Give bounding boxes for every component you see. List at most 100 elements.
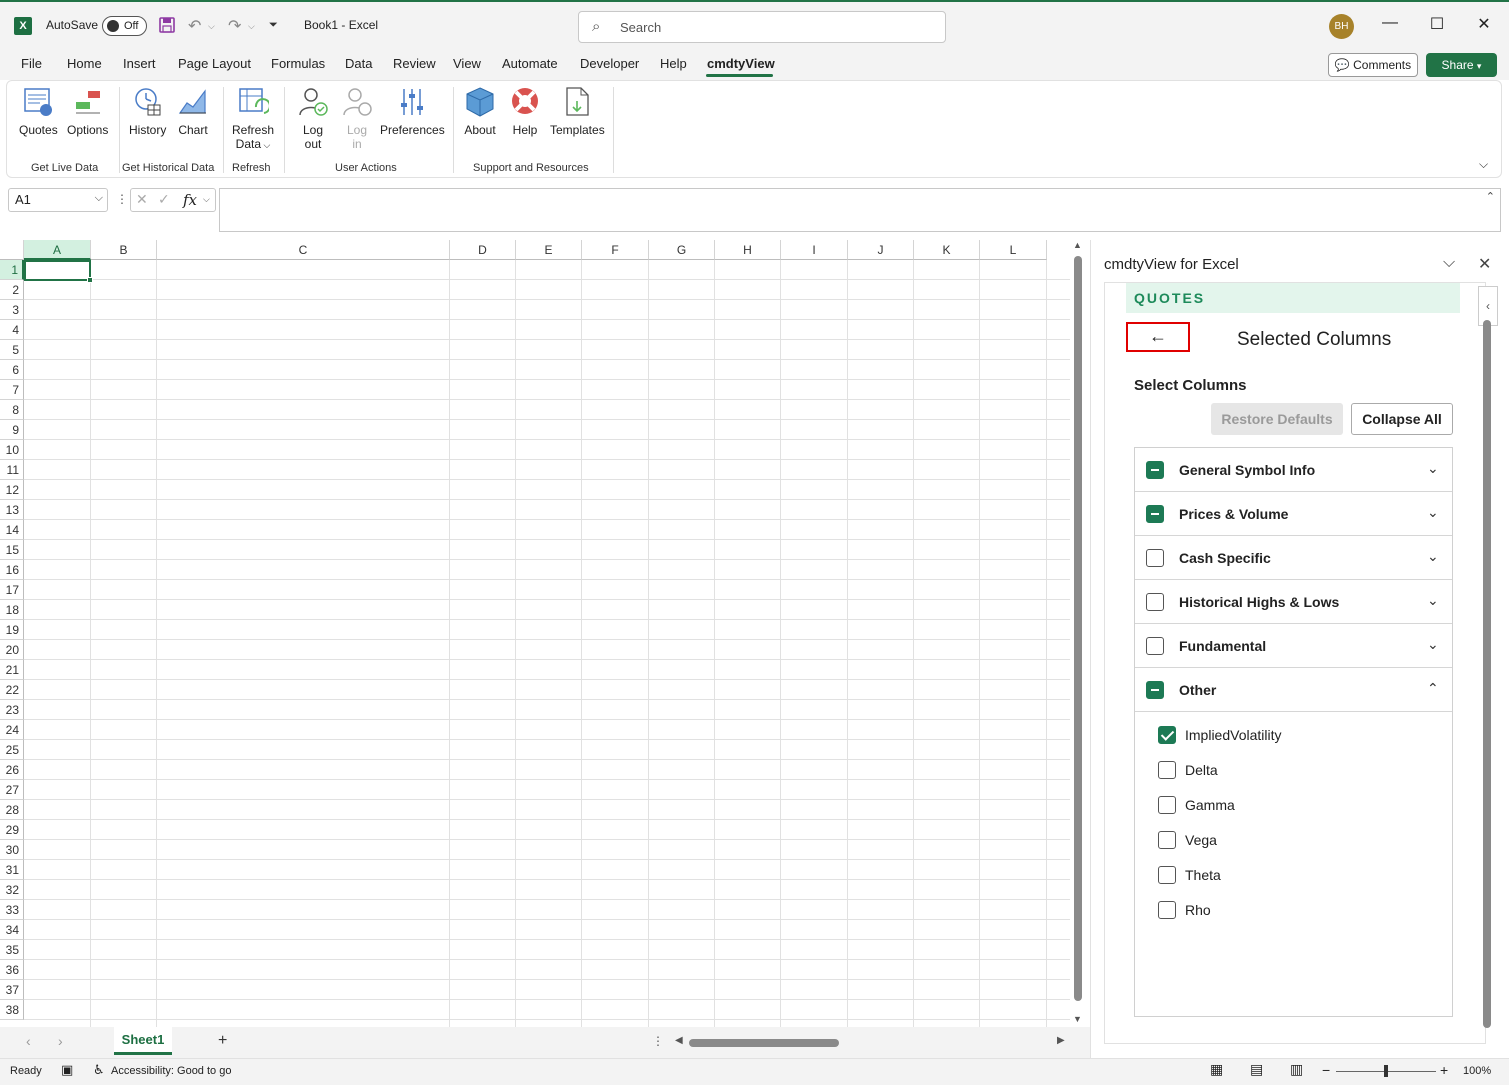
row-header[interactable]: 6 [0, 360, 24, 380]
tab-review[interactable]: Review [393, 56, 436, 71]
search-box[interactable]: ⌕ Search [578, 11, 946, 43]
row-header[interactable]: 18 [0, 600, 24, 620]
scroll-thumb[interactable] [1074, 256, 1082, 1001]
tab-automate[interactable]: Automate [502, 56, 558, 71]
chevron-down-icon[interactable]: ⌄ [1427, 460, 1439, 477]
row-header[interactable]: 15 [0, 540, 24, 560]
column-header[interactable]: H [715, 240, 781, 260]
row-header[interactable]: 22 [0, 680, 24, 700]
column-header[interactable]: D [450, 240, 516, 260]
close-icon[interactable]: ✕ [1478, 254, 1491, 274]
category-checkbox[interactable] [1146, 549, 1164, 567]
row-header[interactable]: 3 [0, 300, 24, 320]
row-header[interactable]: 38 [0, 1000, 24, 1020]
row-header[interactable]: 16 [0, 560, 24, 580]
zoom-slider-thumb[interactable] [1384, 1065, 1388, 1077]
insert-function-icon[interactable]: fx [183, 191, 197, 209]
horizontal-scroll-thumb[interactable] [689, 1039, 839, 1047]
row-header[interactable]: 20 [0, 640, 24, 660]
row-header[interactable]: 4 [0, 320, 24, 340]
column-option-row[interactable]: Delta [1135, 753, 1452, 788]
tab-developer[interactable]: Developer [580, 56, 639, 71]
row-header[interactable]: 5 [0, 340, 24, 360]
row-header[interactable]: 30 [0, 840, 24, 860]
chevron-up-icon[interactable]: ⌃ [1427, 680, 1439, 697]
column-header[interactable]: E [516, 240, 582, 260]
column-option-row[interactable]: Vega [1135, 823, 1452, 858]
formula-input[interactable]: ⌃ [219, 188, 1501, 232]
column-header[interactable]: G [649, 240, 715, 260]
row-header[interactable]: 37 [0, 980, 24, 1000]
scroll-right-icon[interactable]: ▶ [1057, 1035, 1065, 1046]
active-cell[interactable] [24, 260, 93, 283]
chevron-down-icon[interactable]: ⌄ [1427, 592, 1439, 609]
maximize-icon[interactable]: ☐ [1427, 14, 1447, 34]
category-row[interactable]: Fundamental ⌄ [1135, 624, 1452, 668]
chart-button[interactable]: Chart [177, 85, 209, 137]
row-header[interactable]: 2 [0, 280, 24, 300]
minimize-icon[interactable]: — [1380, 14, 1400, 32]
login-button[interactable]: Log in [341, 85, 373, 151]
close-window-icon[interactable]: ✕ [1474, 14, 1494, 34]
category-checkbox[interactable] [1146, 593, 1164, 611]
more-options-icon[interactable]: ⋮ [652, 1034, 664, 1048]
help-button[interactable]: Help [509, 85, 541, 137]
category-row[interactable]: Other ⌃ [1135, 668, 1452, 712]
prev-sheet-icon[interactable]: ‹ [26, 1033, 31, 1049]
zoom-out-icon[interactable]: − [1322, 1062, 1330, 1078]
row-header[interactable]: 31 [0, 860, 24, 880]
row-header[interactable]: 26 [0, 760, 24, 780]
column-checkbox[interactable] [1158, 796, 1176, 814]
logout-button[interactable]: Log out [297, 85, 329, 151]
row-header[interactable]: 1 [0, 260, 24, 280]
row-header[interactable]: 35 [0, 940, 24, 960]
scroll-down-icon[interactable]: ▼ [1073, 1014, 1082, 1024]
page-layout-view-icon[interactable]: ▤ [1250, 1061, 1263, 1078]
category-checkbox[interactable] [1146, 461, 1164, 479]
column-checkbox[interactable] [1158, 866, 1176, 884]
column-header[interactable]: I [781, 240, 848, 260]
column-header[interactable]: B [91, 240, 157, 260]
next-sheet-icon[interactable]: › [58, 1033, 63, 1049]
tab-page-layout[interactable]: Page Layout [178, 56, 251, 71]
category-checkbox[interactable] [1146, 681, 1164, 699]
row-header[interactable]: 33 [0, 900, 24, 920]
quotes-button[interactable]: Quotes [19, 85, 58, 137]
chevron-down-icon[interactable]: ⌄ [1427, 636, 1439, 653]
row-header[interactable]: 34 [0, 920, 24, 940]
back-button[interactable]: ← [1126, 322, 1190, 352]
macro-record-icon[interactable]: ▣ [61, 1062, 73, 1078]
row-header[interactable]: 12 [0, 480, 24, 500]
row-header[interactable]: 10 [0, 440, 24, 460]
row-header[interactable]: 13 [0, 500, 24, 520]
tab-home[interactable]: Home [67, 56, 102, 71]
save-icon[interactable] [158, 16, 176, 39]
column-header[interactable]: K [914, 240, 980, 260]
select-all-corner[interactable] [0, 240, 24, 260]
cancel-icon[interactable]: ✕ [136, 191, 148, 208]
undo-icon[interactable]: ↶ [188, 16, 201, 36]
fill-handle[interactable] [87, 277, 93, 283]
tab-help[interactable]: Help [660, 56, 687, 71]
vertical-scrollbar[interactable]: ▲ ▼ [1072, 240, 1084, 1027]
row-header[interactable]: 21 [0, 660, 24, 680]
autosave-toggle[interactable]: Off [102, 16, 147, 36]
row-header[interactable]: 7 [0, 380, 24, 400]
share-button[interactable]: Share ▾ [1426, 53, 1497, 77]
pane-scroll-thumb[interactable] [1483, 320, 1491, 1028]
column-option-row[interactable]: Theta [1135, 858, 1452, 893]
category-checkbox[interactable] [1146, 637, 1164, 655]
page-break-view-icon[interactable]: ▥ [1290, 1061, 1303, 1078]
about-button[interactable]: About [464, 85, 496, 137]
accessibility-status[interactable]: Accessibility: Good to go [111, 1065, 231, 1077]
row-header[interactable]: 19 [0, 620, 24, 640]
history-button[interactable]: History [129, 85, 166, 137]
collapse-formula-icon[interactable]: ⌃ [1486, 190, 1495, 203]
row-header[interactable]: 9 [0, 420, 24, 440]
redo-dropdown-icon[interactable]: ⌵ [248, 21, 255, 32]
scroll-left-icon[interactable]: ◀ [675, 1035, 683, 1046]
more-options-icon[interactable]: ⋮ [116, 192, 128, 206]
column-checkbox[interactable] [1158, 726, 1176, 744]
sheet-tab-sheet1[interactable]: Sheet1 [114, 1027, 172, 1055]
redo-icon[interactable]: ↷ [228, 16, 241, 36]
